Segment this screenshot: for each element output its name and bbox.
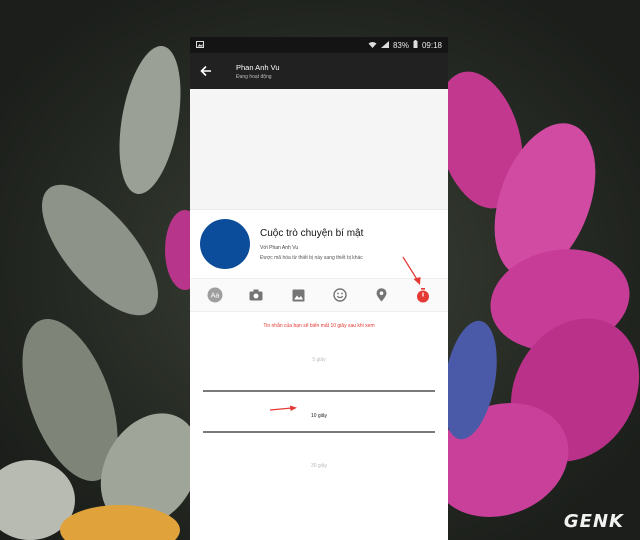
- emoji-icon: [333, 288, 347, 302]
- encryption-note: Được mã hóa từ thiết bị này sang thiết b…: [260, 254, 363, 261]
- gallery-notification-icon: [196, 40, 204, 50]
- phone-screen: 83% 09:18 Phan Anh Vu Đang hoạt động Cuộ…: [190, 37, 448, 540]
- conversation-with: Với Phan Anh Vu: [260, 244, 299, 251]
- gallery-button[interactable]: [286, 283, 310, 307]
- contact-name: Phan Anh Vu: [236, 62, 280, 72]
- signal-icon: [380, 40, 389, 50]
- message-area: [190, 89, 448, 209]
- clock: 09:18: [421, 40, 442, 50]
- avatar: [200, 219, 250, 269]
- location-icon: [376, 288, 387, 302]
- image-icon: [292, 289, 305, 301]
- location-button[interactable]: [369, 283, 393, 307]
- timer-option-5s[interactable]: 5 giây: [190, 357, 448, 363]
- svg-text:Aa: Aa: [211, 293, 220, 300]
- battery-percent: 83%: [392, 40, 409, 50]
- camera-button[interactable]: [244, 283, 268, 307]
- annotation-arrow-to-option: [269, 405, 297, 411]
- timer-option-30s[interactable]: 30 giây: [190, 463, 448, 469]
- annotation-arrow-to-timer: [402, 256, 421, 285]
- picker-divider-bottom: [203, 431, 435, 433]
- timer-icon: [417, 287, 430, 302]
- contact-status: Đang hoạt động: [236, 73, 272, 80]
- secret-conversation-title: Cuộc trò chuyện bí mật: [260, 227, 364, 239]
- timer-option-10s[interactable]: 10 giây: [190, 413, 448, 419]
- emoji-button[interactable]: [328, 283, 352, 307]
- contact-header[interactable]: Phan Anh Vu Đang hoạt động: [236, 63, 280, 80]
- battery-icon: [413, 40, 418, 50]
- text-format-icon: Aa: [207, 287, 223, 303]
- status-bar: 83% 09:18: [190, 37, 448, 53]
- picker-divider-top: [203, 390, 435, 392]
- genk-watermark: GENK: [563, 511, 624, 532]
- text-format-button[interactable]: Aa: [203, 283, 227, 307]
- back-arrow-icon: [200, 65, 211, 77]
- back-button[interactable]: [190, 53, 222, 89]
- camera-icon: [249, 289, 263, 301]
- app-bar: Phan Anh Vu Đang hoạt động: [190, 53, 448, 89]
- timer-picker[interactable]: 5 giây 10 giây 30 giây: [190, 329, 448, 519]
- wifi-icon: [368, 41, 377, 50]
